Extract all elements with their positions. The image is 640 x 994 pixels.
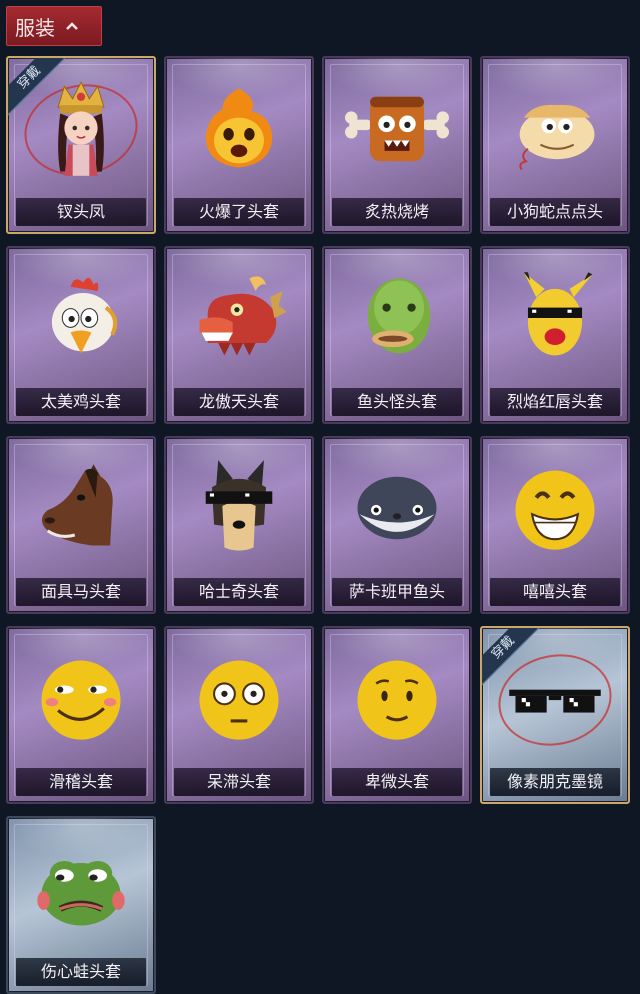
costume-card[interactable]: 炙热烧烤 — [322, 56, 472, 234]
costume-card[interactable]: 鱼头怪头套 — [322, 246, 472, 424]
costume-card[interactable]: 呆滞头套 — [164, 626, 314, 804]
fish-monster-head-icon — [367, 278, 431, 354]
dragon-head-icon — [199, 276, 287, 356]
worn-badge: 穿戴 — [8, 58, 66, 116]
sad-frog-head-icon — [37, 860, 125, 926]
costume-label: 太美鸡头套 — [16, 388, 146, 416]
costume-card[interactable]: 卑微头套 — [322, 626, 472, 804]
costume-card[interactable]: 萨卡班甲鱼头 — [322, 436, 472, 614]
funny-emoji-head-icon — [41, 660, 121, 740]
costume-grid: 穿戴 钗头凤 火爆了头套 炙热烧烤 小狗蛇点点头 太美鸡头套 龙傲天头套 鱼头怪… — [6, 56, 630, 994]
costume-card[interactable]: 穿戴 钗头凤 — [6, 56, 156, 234]
costume-label: 萨卡班甲鱼头 — [332, 578, 462, 606]
costume-label: 钗头凤 — [16, 198, 146, 226]
category-title: 服装 — [15, 15, 55, 40]
costume-label: 龙傲天头套 — [174, 388, 304, 416]
worn-badge: 穿戴 — [482, 628, 540, 686]
costume-label: 面具马头套 — [16, 578, 146, 606]
costume-label: 哈士奇头套 — [174, 578, 304, 606]
costume-card[interactable]: 太美鸡头套 — [6, 246, 156, 424]
costume-label: 伤心蛙头套 — [16, 958, 146, 986]
pikachu-lips-head-icon — [523, 272, 593, 356]
stunned-emoji-head-icon — [199, 660, 279, 740]
humble-emoji-head-icon — [357, 660, 437, 740]
costume-card[interactable]: 小狗蛇点点头 — [480, 56, 630, 234]
costume-card[interactable]: 面具马头套 — [6, 436, 156, 614]
costume-label: 滑稽头套 — [16, 768, 146, 796]
snake-head-icon — [519, 104, 595, 171]
costume-card[interactable]: 穿戴 像素朋克墨镜 — [480, 626, 630, 804]
chevron-up-icon — [66, 22, 78, 30]
sacabambaspis-head-icon — [357, 476, 437, 540]
costume-category-toggle[interactable]: 服装 — [6, 6, 102, 46]
horse-mask-icon — [41, 464, 113, 546]
husky-head-icon — [205, 460, 273, 551]
fireball-head-icon — [205, 88, 273, 168]
costume-card[interactable]: 滑稽头套 — [6, 626, 156, 804]
costume-card[interactable]: 嘻嘻头套 — [480, 436, 630, 614]
costume-label: 呆滞头套 — [174, 768, 304, 796]
costume-card[interactable]: 哈士奇头套 — [164, 436, 314, 614]
chicken-head-icon — [51, 277, 118, 354]
costume-card[interactable]: 龙傲天头套 — [164, 246, 314, 424]
costume-label: 鱼头怪头套 — [332, 388, 462, 416]
costume-label: 烈焰红唇头套 — [490, 388, 620, 416]
grin-emoji-head-icon — [515, 470, 595, 550]
costume-card[interactable]: 烈焰红唇头套 — [480, 246, 630, 424]
costume-label: 火爆了头套 — [174, 198, 304, 226]
costume-label: 小狗蛇点点头 — [490, 198, 620, 226]
costume-card[interactable]: 伤心蛙头套 — [6, 816, 156, 994]
bbq-meat-head-icon — [345, 96, 449, 162]
costume-label: 炙热烧烤 — [332, 198, 462, 226]
costume-label: 卑微头套 — [332, 768, 462, 796]
costume-label: 嘻嘻头套 — [490, 578, 620, 606]
costume-label: 像素朋克墨镜 — [490, 768, 620, 796]
costume-card[interactable]: 火爆了头套 — [164, 56, 314, 234]
